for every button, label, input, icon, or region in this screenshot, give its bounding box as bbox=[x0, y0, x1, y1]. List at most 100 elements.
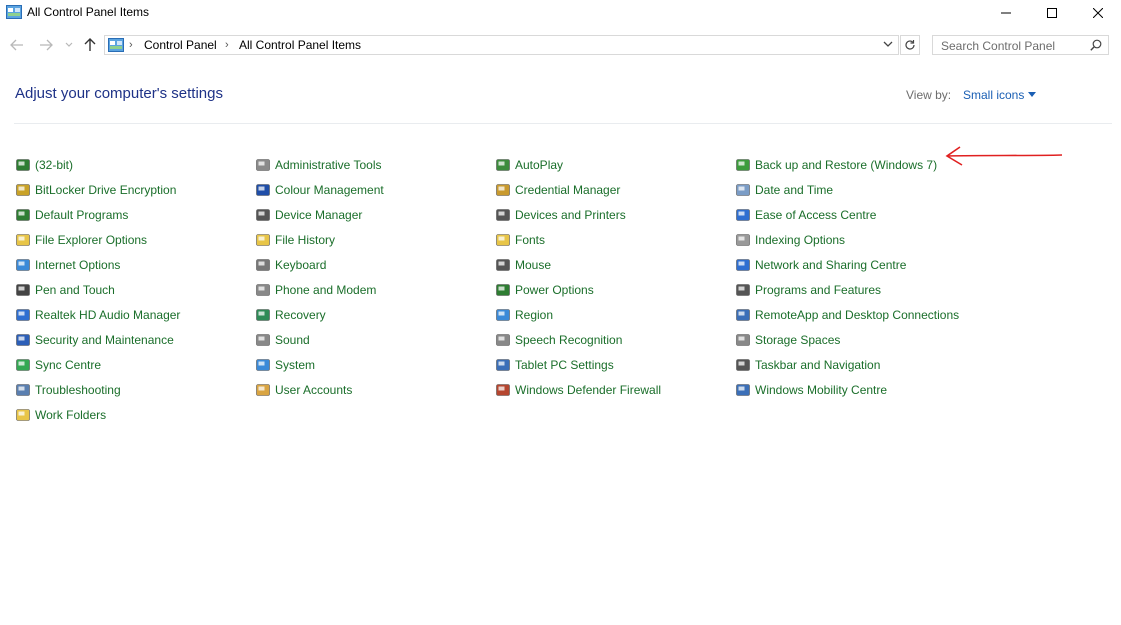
up-button[interactable] bbox=[82, 37, 98, 53]
control-panel-item[interactable]: Storage Spaces bbox=[735, 327, 970, 352]
control-panel-item[interactable]: Security and Maintenance bbox=[15, 327, 250, 352]
control-panel-item-label[interactable]: Indexing Options bbox=[755, 233, 845, 247]
control-panel-item-label[interactable]: Windows Mobility Centre bbox=[755, 383, 887, 397]
control-panel-item-label[interactable]: Power Options bbox=[515, 283, 594, 297]
control-panel-item-label[interactable]: Keyboard bbox=[275, 258, 326, 272]
control-panel-item[interactable]: Phone and Modem bbox=[255, 277, 490, 302]
control-panel-item-label[interactable]: Security and Maintenance bbox=[35, 333, 174, 347]
control-panel-item-label[interactable]: Work Folders bbox=[35, 408, 106, 422]
control-panel-item-label[interactable]: Fonts bbox=[515, 233, 545, 247]
control-panel-item[interactable]: Speech Recognition bbox=[495, 327, 730, 352]
control-panel-item[interactable]: Default Programs bbox=[15, 202, 250, 227]
control-panel-item[interactable]: Colour Management bbox=[255, 177, 490, 202]
control-panel-item-label[interactable]: System bbox=[275, 358, 315, 372]
control-panel-item-label[interactable]: Programs and Features bbox=[755, 283, 881, 297]
control-panel-item-label[interactable]: File History bbox=[275, 233, 335, 247]
control-panel-item[interactable]: BitLocker Drive Encryption bbox=[15, 177, 250, 202]
control-panel-item-label[interactable]: Colour Management bbox=[275, 183, 384, 197]
maximize-button[interactable] bbox=[1029, 0, 1075, 26]
control-panel-item[interactable]: Administrative Tools bbox=[255, 152, 490, 177]
control-panel-item-label[interactable]: Credential Manager bbox=[515, 183, 620, 197]
control-panel-item[interactable]: Back up and Restore (Windows 7) bbox=[735, 152, 970, 177]
control-panel-item-label[interactable]: (32-bit) bbox=[35, 158, 73, 172]
chevron-down-icon[interactable] bbox=[883, 40, 893, 48]
control-panel-item[interactable]: Realtek HD Audio Manager bbox=[15, 302, 250, 327]
work-folders-icon bbox=[16, 408, 30, 421]
control-panel-item-label[interactable]: Windows Defender Firewall bbox=[515, 383, 661, 397]
minimize-button[interactable] bbox=[983, 0, 1029, 26]
control-panel-item-label[interactable]: Recovery bbox=[275, 308, 326, 322]
control-panel-item[interactable]: (32-bit) bbox=[15, 152, 250, 177]
control-panel-item[interactable]: Windows Defender Firewall bbox=[495, 377, 730, 402]
breadcrumb-separator-icon[interactable]: › bbox=[129, 39, 133, 51]
back-button[interactable] bbox=[9, 37, 25, 53]
control-panel-item-label[interactable]: File Explorer Options bbox=[35, 233, 147, 247]
control-panel-item[interactable]: Internet Options bbox=[15, 252, 250, 277]
control-panel-item-label[interactable]: Devices and Printers bbox=[515, 208, 626, 222]
control-panel-item[interactable]: Network and Sharing Centre bbox=[735, 252, 970, 277]
control-panel-item-label[interactable]: Default Programs bbox=[35, 208, 128, 222]
control-panel-item[interactable]: Tablet PC Settings bbox=[495, 352, 730, 377]
control-panel-item[interactable]: File Explorer Options bbox=[15, 227, 250, 252]
control-panel-item[interactable]: User Accounts bbox=[255, 377, 490, 402]
view-by-dropdown[interactable]: Small icons bbox=[963, 88, 1024, 102]
control-panel-item-label[interactable]: Speech Recognition bbox=[515, 333, 622, 347]
control-panel-item-label[interactable]: Device Manager bbox=[275, 208, 362, 222]
caret-down-icon[interactable] bbox=[1028, 92, 1036, 97]
control-panel-item[interactable]: Sync Centre bbox=[15, 352, 250, 377]
control-panel-item-label[interactable]: Administrative Tools bbox=[275, 158, 382, 172]
control-panel-item[interactable]: Pen and Touch bbox=[15, 277, 250, 302]
control-panel-item-label[interactable]: AutoPlay bbox=[515, 158, 563, 172]
control-panel-item-label[interactable]: Network and Sharing Centre bbox=[755, 258, 906, 272]
control-panel-item[interactable]: Ease of Access Centre bbox=[735, 202, 970, 227]
control-panel-item-label[interactable]: User Accounts bbox=[275, 383, 352, 397]
control-panel-item[interactable]: Programs and Features bbox=[735, 277, 970, 302]
control-panel-item-label[interactable]: Phone and Modem bbox=[275, 283, 376, 297]
control-panel-item[interactable]: Mouse bbox=[495, 252, 730, 277]
control-panel-item[interactable]: File History bbox=[255, 227, 490, 252]
breadcrumb-separator-icon[interactable]: › bbox=[225, 39, 229, 51]
address-bar[interactable]: › Control Panel › All Control Panel Item… bbox=[104, 35, 899, 55]
control-panel-item-label[interactable]: BitLocker Drive Encryption bbox=[35, 183, 176, 197]
control-panel-item[interactable]: Credential Manager bbox=[495, 177, 730, 202]
control-panel-item[interactable]: Devices and Printers bbox=[495, 202, 730, 227]
control-panel-item-label[interactable]: Sound bbox=[275, 333, 310, 347]
control-panel-item-label[interactable]: Pen and Touch bbox=[35, 283, 115, 297]
control-panel-item-label[interactable]: Ease of Access Centre bbox=[755, 208, 876, 222]
breadcrumb-all-items[interactable]: All Control Panel Items bbox=[239, 38, 361, 52]
control-panel-item[interactable]: Power Options bbox=[495, 277, 730, 302]
control-panel-item-label[interactable]: RemoteApp and Desktop Connections bbox=[755, 308, 959, 322]
control-panel-item[interactable]: Fonts bbox=[495, 227, 730, 252]
control-panel-item[interactable]: Work Folders bbox=[15, 402, 250, 427]
control-panel-item-label[interactable]: Storage Spaces bbox=[755, 333, 840, 347]
control-panel-item-label[interactable]: Troubleshooting bbox=[35, 383, 121, 397]
control-panel-item[interactable]: Taskbar and Navigation bbox=[735, 352, 970, 377]
control-panel-item[interactable]: Indexing Options bbox=[735, 227, 970, 252]
control-panel-item[interactable]: Troubleshooting bbox=[15, 377, 250, 402]
control-panel-item-label[interactable]: Internet Options bbox=[35, 258, 120, 272]
control-panel-item[interactable]: Date and Time bbox=[735, 177, 970, 202]
breadcrumb-control-panel[interactable]: Control Panel bbox=[144, 38, 217, 52]
close-button[interactable] bbox=[1075, 0, 1121, 26]
control-panel-item-label[interactable]: Back up and Restore (Windows 7) bbox=[755, 158, 937, 172]
control-panel-item-label[interactable]: Mouse bbox=[515, 258, 551, 272]
control-panel-item[interactable]: AutoPlay bbox=[495, 152, 730, 177]
control-panel-item-label[interactable]: Taskbar and Navigation bbox=[755, 358, 880, 372]
control-panel-item-label[interactable]: Sync Centre bbox=[35, 358, 101, 372]
control-panel-item[interactable]: System bbox=[255, 352, 490, 377]
forward-button[interactable] bbox=[38, 37, 54, 53]
control-panel-item-label[interactable]: Tablet PC Settings bbox=[515, 358, 614, 372]
control-panel-item[interactable]: Keyboard bbox=[255, 252, 490, 277]
search-input[interactable]: Search Control Panel bbox=[932, 35, 1109, 55]
recent-locations-button[interactable] bbox=[63, 37, 75, 53]
control-panel-item[interactable]: Recovery bbox=[255, 302, 490, 327]
control-panel-item[interactable]: Windows Mobility Centre bbox=[735, 377, 970, 402]
control-panel-item[interactable]: Device Manager bbox=[255, 202, 490, 227]
control-panel-item-label[interactable]: Region bbox=[515, 308, 553, 322]
refresh-button[interactable] bbox=[900, 35, 920, 55]
control-panel-item-label[interactable]: Date and Time bbox=[755, 183, 833, 197]
control-panel-item[interactable]: Region bbox=[495, 302, 730, 327]
control-panel-item-label[interactable]: Realtek HD Audio Manager bbox=[35, 308, 180, 322]
control-panel-item[interactable]: Sound bbox=[255, 327, 490, 352]
control-panel-item[interactable]: RemoteApp and Desktop Connections bbox=[735, 302, 970, 327]
